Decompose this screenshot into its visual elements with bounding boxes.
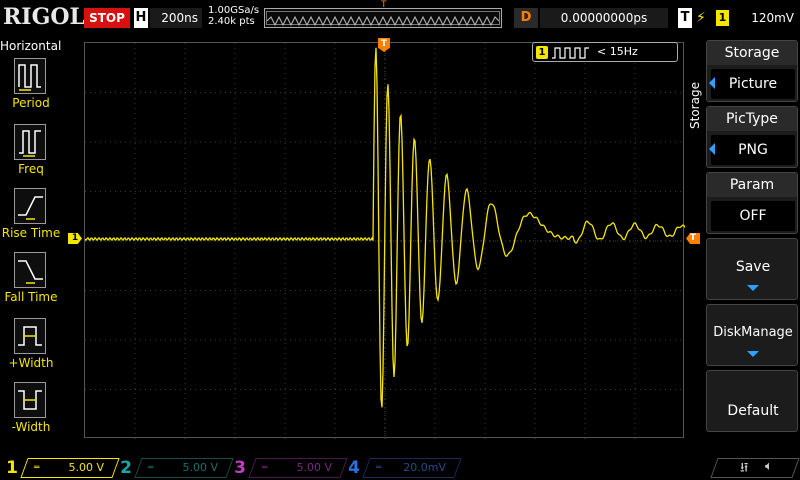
delay-badge: D — [514, 8, 538, 28]
memory-waveform-icon — [266, 15, 500, 27]
save-button[interactable]: Save — [706, 238, 798, 300]
option-title: PicType — [707, 107, 797, 131]
channel-number: 1 — [6, 458, 18, 478]
trigger-badge: T — [678, 8, 692, 28]
measure-rise-time-button[interactable]: Rise Time — [0, 188, 60, 250]
waveform-grid — [85, 43, 685, 439]
down-arrow-icon — [747, 285, 759, 291]
acquisition-info: 1.00GSa/s 2.40k pts — [208, 5, 259, 27]
sample-rate: 1.00GSa/s — [208, 5, 260, 16]
freq-readout: < 15Hz — [597, 45, 638, 58]
measure-period-button[interactable]: Period — [0, 58, 60, 120]
measure-label: Rise Time — [1, 226, 61, 240]
delay-value[interactable]: 0.00000000ps — [540, 8, 668, 28]
channel-number: 3 — [234, 458, 246, 478]
channel-number: 2 — [120, 458, 132, 478]
top-status-bar: RIGOL STOP H 200ns 1.00GSa/s 2.40k pts T… — [0, 0, 800, 36]
freq-icon — [14, 124, 46, 160]
waveform-display[interactable] — [84, 42, 685, 439]
positive-width-icon — [14, 318, 46, 354]
channel-4-tab[interactable]: 4 ═ 20.0mV — [346, 458, 462, 478]
horizontal-badge: H — [134, 8, 148, 28]
channel-3-tab[interactable]: 3 ═ 5.00 V — [232, 458, 348, 478]
freq-channel-badge: 1 — [536, 46, 548, 59]
left-arrow-icon — [709, 143, 715, 155]
memory-trigger-marker: T — [381, 0, 387, 10]
measure-fall-time-button[interactable]: Fall Time — [0, 252, 60, 314]
memory-window — [266, 11, 500, 27]
measure-freq-button[interactable]: Freq — [0, 124, 60, 186]
ch1-offset-marker[interactable]: 1 — [68, 233, 82, 244]
storage-type-option[interactable]: Storage Picture — [706, 40, 798, 102]
param-option[interactable]: Param OFF — [706, 172, 798, 234]
trigger-level[interactable]: 120mV — [734, 8, 798, 28]
option-value: OFF — [711, 201, 795, 231]
option-title: Param — [707, 173, 797, 197]
button-label: Default — [727, 403, 779, 419]
channel-scale: 5.00 V — [68, 461, 104, 474]
left-arrow-icon — [709, 77, 715, 89]
memory-depth: 2.40k pts — [208, 16, 255, 27]
channel-scale: 5.00 V — [182, 461, 218, 474]
horizontal-measure-panel: Horizontal Period Freq Rise Time Fall Ti… — [0, 36, 62, 456]
memory-overview-strip: T — [264, 0, 502, 28]
run-stop-status[interactable]: STOP — [84, 8, 130, 28]
measure-label: Freq — [18, 162, 44, 176]
fall-time-icon — [14, 252, 46, 288]
status-icons-frame — [710, 458, 800, 478]
option-value: Picture — [711, 69, 795, 99]
channel-2-tab[interactable]: 2 ═ 5.00 V — [118, 458, 234, 478]
option-value: PNG — [711, 135, 795, 165]
trigger-channel: 1 — [716, 10, 729, 26]
negative-width-icon — [14, 382, 46, 418]
down-arrow-icon — [747, 351, 759, 357]
rise-time-icon — [14, 188, 46, 224]
channel-number: 4 — [348, 458, 360, 478]
measure-negative-width-button[interactable]: -Width — [0, 382, 60, 444]
trigger-slope-icon: ⚡ — [696, 10, 706, 26]
channel-scale: 5.00 V — [296, 461, 332, 474]
usb-icon: ⭿ — [740, 461, 749, 476]
speaker-muted-icon[interactable]: 🔈︎ — [765, 459, 773, 474]
rigol-logo: RIGOL — [3, 4, 85, 30]
pictype-option[interactable]: PicType PNG — [706, 106, 798, 168]
storage-menu: Storage Storage Picture PicType PNG Para… — [686, 36, 800, 456]
measure-label: Period — [12, 96, 50, 110]
measure-label: -Width — [11, 420, 51, 434]
panel-title: Horizontal — [0, 39, 62, 53]
button-label: Save — [735, 259, 771, 275]
channel-scale: 20.0mV — [403, 461, 446, 474]
frequency-counter: 1 < 15Hz — [532, 42, 678, 62]
measure-label: Fall Time — [4, 290, 58, 304]
measure-positive-width-button[interactable]: +Width — [0, 318, 60, 380]
diskmanage-button[interactable]: DiskManage — [706, 304, 798, 366]
button-label: DiskManage — [713, 325, 793, 340]
menu-side-label: Storage — [688, 82, 702, 130]
measure-label: +Width — [8, 356, 54, 370]
period-icon — [14, 58, 46, 94]
timebase-value[interactable]: 200ns — [150, 8, 202, 28]
default-button[interactable]: Default — [706, 370, 798, 432]
pulse-train-icon — [552, 47, 589, 59]
option-title: Storage — [707, 41, 797, 65]
channel-1-tab[interactable]: 1 ═ 5.00 V — [4, 458, 120, 478]
channel-status-bar: 1 ═ 5.00 V 2 ═ 5.00 V 3 ═ 5.00 V 4 ═ 20.… — [0, 456, 800, 480]
